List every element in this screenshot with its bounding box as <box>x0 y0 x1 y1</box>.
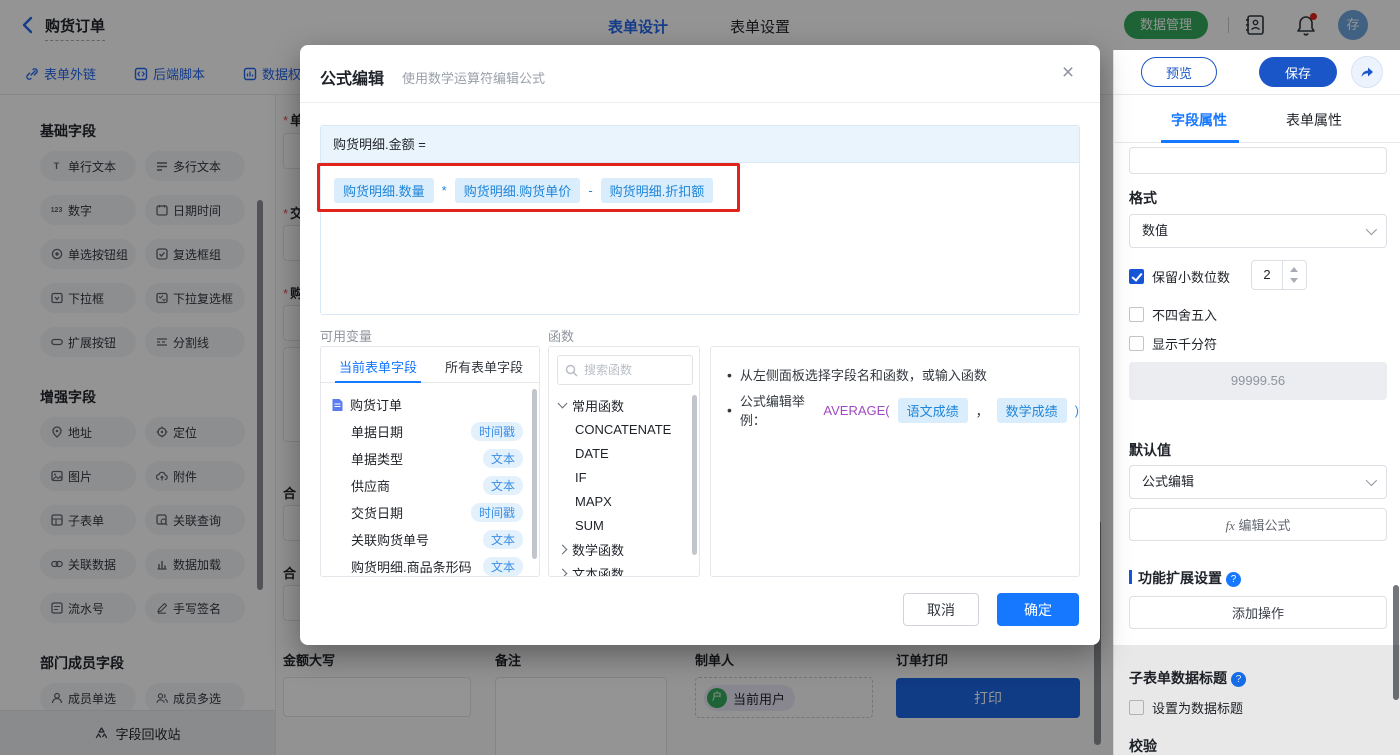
type-badge: 文本 <box>482 476 523 495</box>
preview-button[interactable]: 预览 <box>1141 57 1217 87</box>
number-format-preview: 99999.56 <box>1129 362 1387 400</box>
functions-scrollbar[interactable] <box>692 395 697 555</box>
formula-target: 购货明细.金额 = <box>321 126 1079 163</box>
search-icon <box>565 364 578 377</box>
close-icon[interactable]: × <box>1055 61 1081 87</box>
tab-field-properties[interactable]: 字段属性 <box>1171 110 1227 130</box>
functions-pane: 常用函数 CONCATENATE DATE IF MAPX SUM 数学函数 文… <box>548 346 700 577</box>
type-badge: 文本 <box>482 557 523 576</box>
operator: * <box>441 183 447 198</box>
stepper-down-icon[interactable] <box>1290 278 1298 283</box>
thousand-separator-row: 显示千分符 <box>1129 334 1217 353</box>
help-line-1: • 从左侧面板选择字段名和函数，或输入函数 <box>727 366 987 384</box>
formula-editor-box: 购货明细.金额 = 购货明细.数量 * 购货明细.购货单价 - 购货明细.折扣额 <box>320 125 1080 315</box>
function-list: 常用函数 CONCATENATE DATE IF MAPX SUM 数学函数 文… <box>549 393 699 576</box>
function-item[interactable]: CONCATENATE <box>549 417 699 441</box>
add-action-button[interactable]: 添加操作 <box>1129 596 1387 629</box>
function-item[interactable]: DATE <box>549 441 699 465</box>
variables-scrollbar[interactable] <box>532 389 537 559</box>
decimal-checkbox[interactable] <box>1129 269 1144 284</box>
variable-item[interactable]: 购货明细.商品条形码 文本 <box>321 553 539 576</box>
function-group-common[interactable]: 常用函数 <box>549 393 699 417</box>
format-select[interactable]: 数值 <box>1129 214 1387 248</box>
tab-current-form-fields[interactable]: 当前表单字段 <box>339 357 417 376</box>
function-group-math[interactable]: 数学函数 <box>549 537 699 561</box>
chevron-down-icon <box>1365 223 1378 236</box>
active-tab-underline <box>1161 140 1239 143</box>
share-arrow-icon <box>1361 67 1373 77</box>
format-label: 格式 <box>1129 190 1157 206</box>
function-item[interactable]: MAPX <box>549 489 699 513</box>
extension-settings-label: 功能扩展设置? <box>1129 568 1241 588</box>
panel-actions-row: 预览 保存 <box>1114 50 1400 95</box>
variables-tree: 购货订单 单据日期 时间戳 单据类型 文本 供应商 文本 交货日期 时间戳 关联购货单号… <box>321 383 539 576</box>
tab-form-properties[interactable]: 表单属性 <box>1286 110 1342 130</box>
variable-item[interactable]: 关联购货单号 文本 <box>321 526 539 553</box>
decimal-stepper[interactable] <box>1283 260 1307 290</box>
operator: - <box>588 183 593 198</box>
chevron-down-icon <box>1365 474 1378 487</box>
field-name-input[interactable] <box>1129 147 1387 174</box>
function-item[interactable]: IF <box>549 465 699 489</box>
confirm-button[interactable]: 确定 <box>997 593 1079 626</box>
example-close-paren: ) <box>1074 402 1079 418</box>
default-value-label: 默认值 <box>1129 442 1171 458</box>
chevron-down-icon <box>557 398 568 409</box>
formula-help-pane: • 从左侧面板选择字段名和函数，或输入函数 • 公式编辑举例： AVERAGE( … <box>710 346 1080 577</box>
help-icon[interactable]: ? <box>1226 572 1241 587</box>
type-badge: 文本 <box>482 449 523 468</box>
variables-tabs: 当前表单字段 所有表单字段 <box>321 347 539 383</box>
panel-tabs: 字段属性 表单属性 <box>1114 95 1400 143</box>
thousand-separator-checkbox[interactable] <box>1129 336 1144 351</box>
edit-formula-button[interactable]: fx 编辑公式 <box>1129 508 1387 541</box>
formula-editor-dialog: 公式编辑 使用数学运算符编辑公式 × 购货明细.金额 = 购货明细.数量 * 购… <box>300 45 1100 645</box>
modal-overlay <box>1113 645 1400 755</box>
field-token[interactable]: 购货明细.折扣额 <box>600 178 714 203</box>
help-line-2: • 公式编辑举例： AVERAGE( 语文成绩 ， 数学成绩 ) <box>727 394 1079 428</box>
type-badge: 文本 <box>482 530 523 549</box>
document-icon <box>331 398 344 412</box>
tab-all-form-fields[interactable]: 所有表单字段 <box>445 357 523 376</box>
variables-pane: 当前表单字段 所有表单字段 购货订单 单据日期 时间戳 单据类型 文本 供应商 文本 … <box>320 346 540 577</box>
stepper-up-icon[interactable] <box>1290 267 1298 272</box>
example-field-chip: 语文成绩 <box>897 397 968 423</box>
type-badge: 时间戳 <box>470 503 523 522</box>
decimal-option-row: 保留小数位数 <box>1129 267 1230 286</box>
formula-input-area[interactable]: 购货明细.数量 * 购货明细.购货单价 - 购货明细.折扣额 <box>321 164 1079 314</box>
search-input[interactable] <box>584 357 689 383</box>
dialog-title: 公式编辑 <box>320 71 385 88</box>
no-rounding-checkbox[interactable] <box>1129 307 1144 322</box>
functions-label: 函数 <box>548 329 575 344</box>
fx-icon: fx <box>1225 518 1235 533</box>
active-tab-underline <box>335 381 421 383</box>
function-group-text[interactable]: 文本函数 <box>549 561 699 576</box>
share-button[interactable] <box>1351 56 1383 88</box>
chevron-right-icon <box>557 568 568 576</box>
example-field-chip: 数学成绩 <box>996 397 1067 423</box>
variable-item[interactable]: 单据日期 时间戳 <box>321 418 539 445</box>
function-search-box[interactable] <box>557 355 693 385</box>
variable-item[interactable]: 单据类型 文本 <box>321 445 539 472</box>
field-token[interactable]: 购货明细.数量 <box>334 178 434 203</box>
no-rounding-row: 不四舍五入 <box>1129 305 1217 324</box>
section-bar <box>1129 570 1132 584</box>
decimal-value-input[interactable]: 2 <box>1251 260 1283 290</box>
field-token[interactable]: 购货明细.购货单价 <box>454 178 581 203</box>
default-value-select[interactable]: 公式编辑 <box>1129 465 1387 499</box>
type-badge: 时间戳 <box>470 422 523 441</box>
cancel-button[interactable]: 取消 <box>903 593 979 626</box>
dialog-header: 公式编辑 使用数学运算符编辑公式 × <box>300 45 1100 103</box>
dialog-subtitle: 使用数学运算符编辑公式 <box>402 71 546 86</box>
example-function-name: AVERAGE( <box>823 402 890 418</box>
tree-root[interactable]: 购货订单 <box>321 391 539 418</box>
chevron-right-icon <box>557 544 568 554</box>
variable-item[interactable]: 交货日期 时间戳 <box>321 499 539 526</box>
function-item[interactable]: SUM <box>549 513 699 537</box>
variable-item[interactable]: 供应商 文本 <box>321 472 539 499</box>
save-button[interactable]: 保存 <box>1259 57 1337 87</box>
modal-overlay <box>1113 0 1400 50</box>
variables-label: 可用变量 <box>320 329 373 344</box>
